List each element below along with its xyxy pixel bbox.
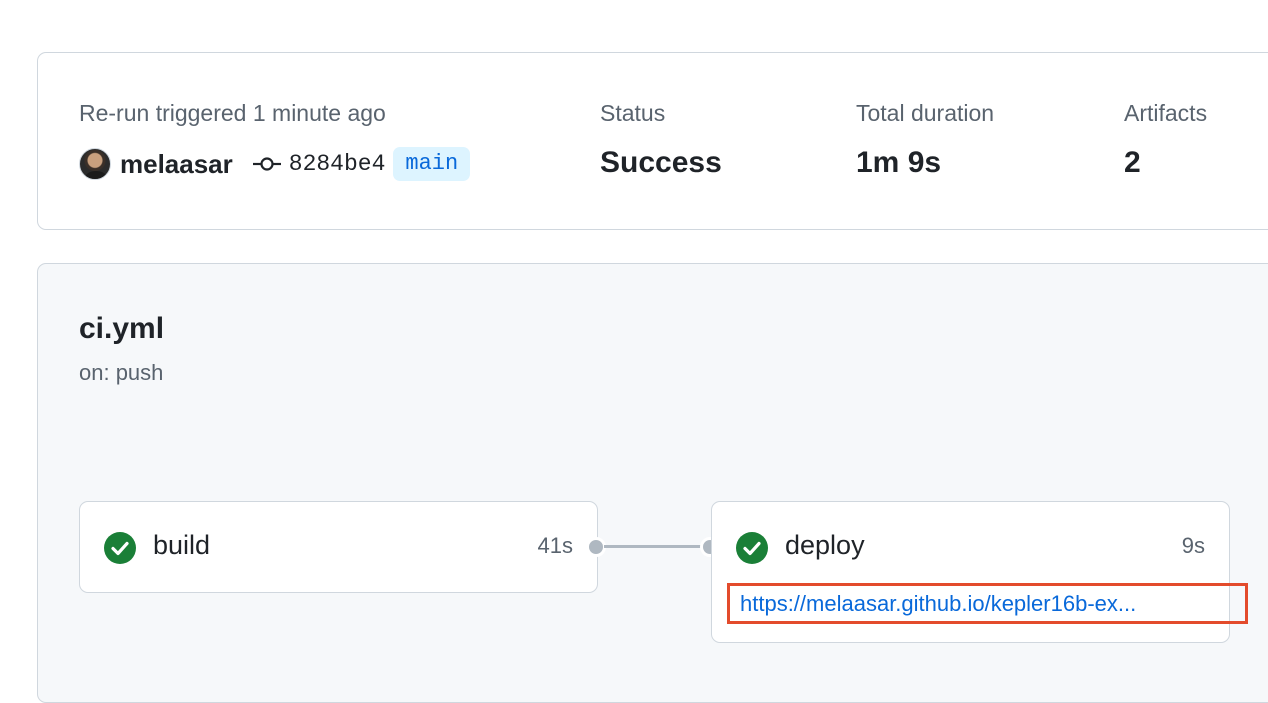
trigger-details: melaasar 8284be4 main — [79, 144, 471, 184]
status-column: Status Success — [600, 99, 722, 181]
deployment-url-link[interactable]: https://melaasar.github.io/kepler16b-ex.… — [727, 583, 1248, 624]
job-name: build — [153, 530, 211, 560]
workflow-trigger-event: on: push — [79, 360, 164, 385]
duration-value: 1m 9s — [856, 146, 942, 179]
check-circle-icon — [104, 532, 136, 564]
trigger-column: Re-run triggered 1 minute ago melaasar 8… — [79, 99, 471, 184]
branch-badge[interactable]: main — [393, 147, 471, 181]
job-deploy[interactable]: deploy 9s https://melaasar.github.io/kep… — [711, 501, 1248, 643]
actor-username[interactable]: melaasar — [120, 149, 233, 180]
git-commit-icon — [252, 157, 281, 171]
trigger-label: Re-run triggered 1 minute ago — [79, 100, 386, 126]
duration-label: Total duration — [856, 100, 995, 126]
duration-column: Total duration 1m 9s — [856, 99, 994, 181]
workflow-graph-card: ci.yml on: push build 41s deploy 9s http… — [37, 263, 1268, 703]
avatar[interactable] — [79, 148, 111, 180]
artifacts-count[interactable]: 2 — [1124, 145, 1207, 181]
status-label: Status — [600, 100, 666, 126]
job-duration: 9s — [1181, 533, 1205, 558]
artifacts-column: Artifacts 2 — [1124, 99, 1207, 181]
artifacts-label: Artifacts — [1124, 100, 1208, 126]
job-connector-line — [604, 545, 701, 548]
status-value: Success — [600, 146, 722, 179]
job-build[interactable]: build 41s — [79, 501, 598, 593]
job-duration: 41s — [537, 533, 573, 558]
run-summary-card: Re-run triggered 1 minute ago melaasar 8… — [37, 52, 1268, 230]
commit-sha-link[interactable]: 8284be4 — [289, 151, 386, 177]
job-name: deploy — [785, 530, 865, 560]
workflow-file-name[interactable]: ci.yml — [79, 312, 164, 346]
check-circle-icon — [736, 532, 768, 564]
build-output-dot — [586, 537, 606, 557]
